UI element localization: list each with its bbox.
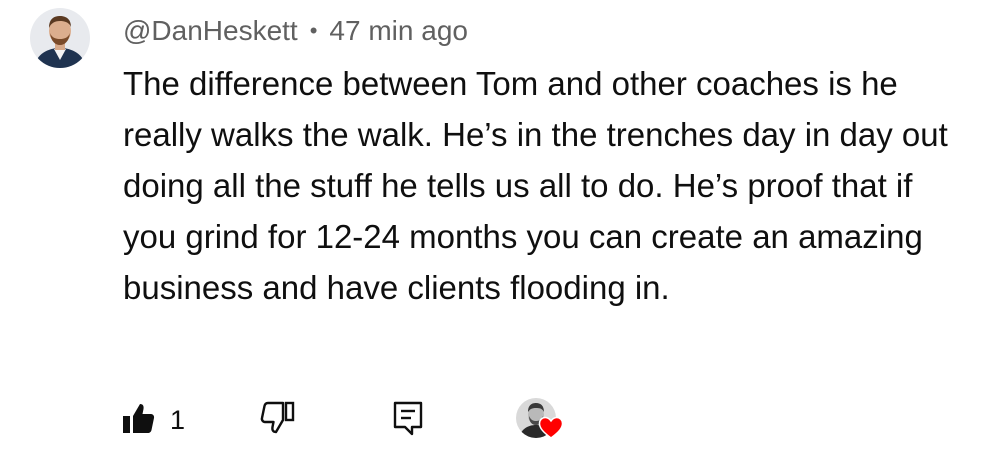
- dislike-button[interactable]: [260, 396, 296, 444]
- author-name[interactable]: @DanHeskett: [123, 15, 298, 47]
- thumbs-up-filled-icon: [120, 400, 156, 441]
- reply-button[interactable]: [390, 396, 426, 444]
- reply-comment-icon: [390, 399, 426, 442]
- comment-text: The difference between Tom and other coa…: [123, 65, 948, 306]
- comment-actions: 1: [120, 396, 600, 446]
- like-button[interactable]: 1: [120, 396, 185, 444]
- thumbs-down-outline-icon: [260, 400, 296, 441]
- heart-icon: [538, 416, 564, 440]
- author-avatar[interactable]: [30, 8, 90, 68]
- comment-meta: @DanHeskett • 47 min ago: [123, 12, 468, 50]
- comment: @DanHeskett • 47 min ago The difference …: [0, 0, 1000, 466]
- like-count: 1: [170, 404, 186, 435]
- comment-timestamp[interactable]: 47 min ago: [329, 15, 468, 47]
- creator-heart: [516, 398, 570, 446]
- meta-separator: •: [309, 18, 318, 43]
